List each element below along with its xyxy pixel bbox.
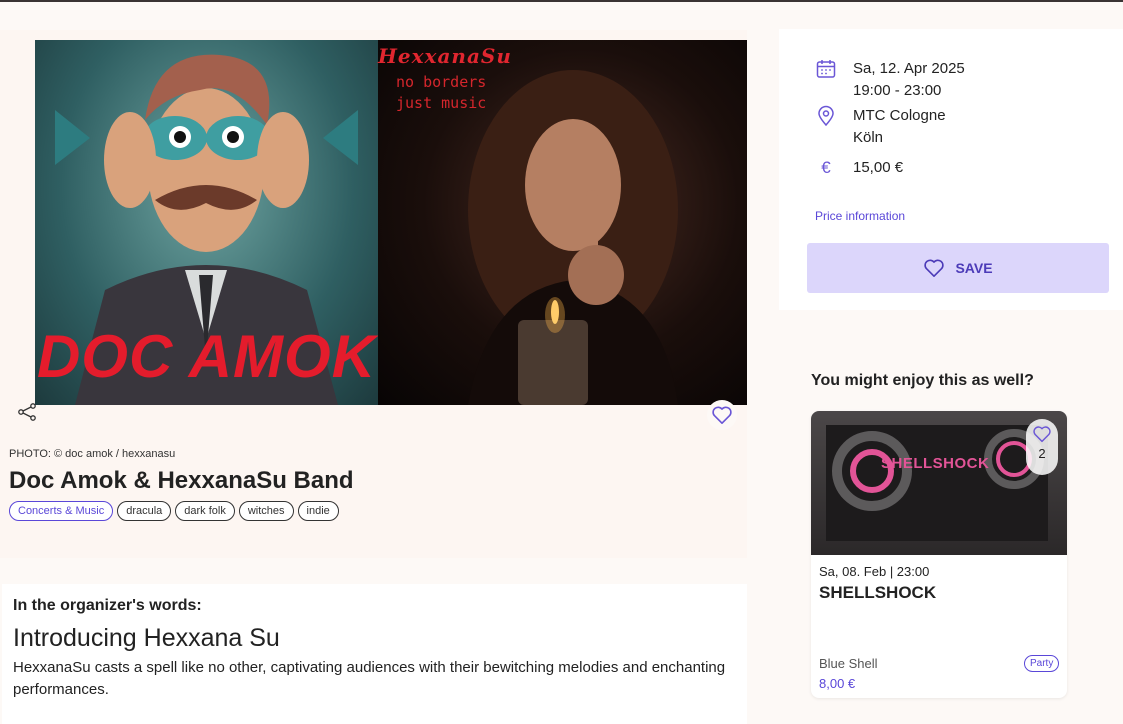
location-pin-icon bbox=[815, 105, 837, 127]
recommendation-venue: Blue Shell bbox=[819, 656, 878, 671]
recommendation-card[interactable]: SHELLSHOCK 2 Sa, 08. Feb | 23:00 SHELLSH… bbox=[811, 411, 1067, 698]
tag[interactable]: dark folk bbox=[175, 501, 235, 521]
event-image: DOC AMOK HexxanaSu no borders just music bbox=[35, 40, 747, 405]
like-count: 2 bbox=[1038, 446, 1046, 461]
venue-name[interactable]: MTC Cologne bbox=[853, 105, 946, 127]
share-button[interactable] bbox=[15, 400, 39, 424]
event-date: Sa, 12. Apr 2025 bbox=[853, 60, 965, 77]
heart-icon bbox=[924, 259, 945, 277]
heart-icon bbox=[712, 406, 732, 424]
recommendation-price: 8,00 € bbox=[819, 676, 856, 691]
event-title: Doc Amok & HexxanaSu Band bbox=[9, 467, 354, 494]
event-info-card: Sa, 12. Apr 2025 19:00 - 23:00 MTC Colog… bbox=[779, 29, 1123, 310]
recommendation-date: Sa, 08. Feb | 23:00 bbox=[819, 564, 930, 579]
euro-icon: € bbox=[821, 158, 831, 177]
tag[interactable]: dracula bbox=[117, 501, 172, 521]
favorite-button[interactable] bbox=[707, 400, 737, 430]
location-row[interactable]: MTC Cologne Köln bbox=[815, 105, 946, 149]
price-information-link[interactable]: Price information bbox=[815, 209, 905, 223]
organizer-title: Introducing Hexxana Su bbox=[13, 624, 280, 652]
doc-amok-title: DOC AMOK bbox=[36, 323, 377, 390]
save-label: SAVE bbox=[955, 260, 993, 276]
event-time: 19:00 - 23:00 bbox=[853, 82, 942, 99]
doc-amok-artwork: DOC AMOK bbox=[35, 40, 378, 405]
recommendation-category-tag[interactable]: Party bbox=[1024, 655, 1060, 672]
organizer-heading: In the organizer's words: bbox=[13, 597, 202, 614]
organizer-description: In the organizer's words: Introducing He… bbox=[2, 584, 747, 724]
tag[interactable]: indie bbox=[297, 501, 339, 521]
event-price: 15,00 € bbox=[853, 159, 904, 176]
organizer-body: HexxanaSu casts a spell like no other, c… bbox=[13, 659, 726, 698]
recommendation-title[interactable]: SHELLSHOCK bbox=[819, 583, 936, 603]
tag[interactable]: witches bbox=[238, 501, 294, 521]
save-button[interactable]: SAVE bbox=[807, 243, 1109, 293]
venue-city: Köln bbox=[853, 129, 884, 146]
calendar-icon bbox=[815, 58, 837, 80]
hexxanasu-artwork: HexxanaSu no borders just music bbox=[378, 40, 747, 405]
top-border bbox=[0, 0, 1123, 2]
recommendation-favorite-button[interactable]: 2 bbox=[1026, 419, 1058, 475]
price-row: € 15,00 € bbox=[815, 157, 903, 179]
shellshock-logo: SHELLSHOCK bbox=[881, 455, 990, 472]
heart-icon bbox=[1033, 426, 1051, 443]
tag-category[interactable]: Concerts & Music bbox=[9, 501, 114, 521]
date-row: Sa, 12. Apr 2025 19:00 - 23:00 bbox=[815, 58, 965, 102]
share-icon bbox=[18, 403, 36, 421]
hexxanasu-subtitle: no borders just music bbox=[396, 73, 487, 112]
photo-credit: PHOTO: © doc amok / hexxanasu bbox=[9, 448, 176, 460]
hexxanasu-title: HexxanaSu bbox=[378, 44, 512, 68]
tag-list: Concerts & Music dracula dark folk witch… bbox=[9, 501, 339, 521]
recommendations-heading: You might enjoy this as well? bbox=[811, 372, 1034, 389]
